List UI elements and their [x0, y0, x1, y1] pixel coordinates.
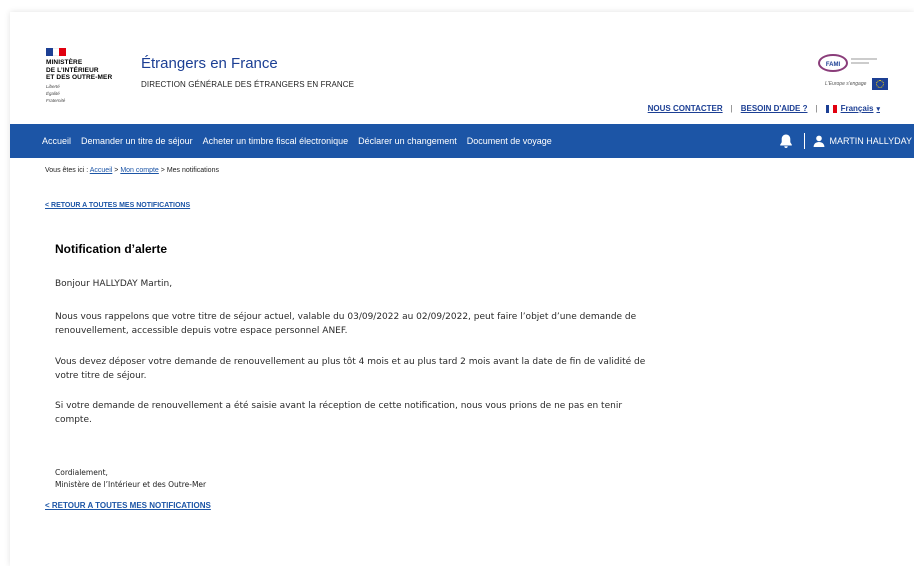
notification-greeting: Bonjour HALLYDAY Martin,: [55, 279, 173, 289]
republic-motto-line: Fraternité: [46, 97, 66, 103]
nav-item-declarer-changement[interactable]: Déclarer un changement: [358, 136, 457, 146]
eu-flag-icon: [872, 78, 888, 90]
help-link[interactable]: BESOIN D'AIDE ?: [741, 104, 808, 113]
link-separator: |: [815, 104, 818, 113]
breadcrumb-home-link[interactable]: Accueil: [90, 167, 113, 174]
bell-icon[interactable]: [778, 133, 794, 149]
notification-title: Notification d’alerte: [55, 242, 168, 256]
nav-item-demander-titre[interactable]: Demander un titre de séjour: [81, 136, 193, 146]
fami-caption: [851, 58, 877, 66]
site-header: MINISTÈRE DE L’INTÉRIEUR ET DES OUTRE-ME…: [10, 12, 914, 124]
republic-motto-line: Égalité: [46, 90, 60, 96]
site-subtitle: DIRECTION GÉNÉRALE DES ÉTRANGERS EN FRAN…: [141, 80, 355, 89]
ministry-name-line: DE L’INTÉRIEUR: [46, 66, 99, 74]
french-flag-icon: [46, 48, 67, 56]
nav-user-area: MARTIN HALLYDAY: [778, 124, 914, 158]
fami-emblem: FAMI: [818, 54, 848, 72]
language-label: Français: [840, 104, 874, 113]
back-to-notifications-link[interactable]: < RETOUR A TOUTES MES NOTIFICATIONS: [45, 202, 190, 209]
ministry-logo[interactable]: MINISTÈRE DE L’INTÉRIEUR ET DES OUTRE-ME…: [46, 48, 130, 103]
chevron-down-icon: ▾: [876, 105, 880, 113]
nav-item-accueil[interactable]: Accueil: [42, 136, 71, 146]
language-selector[interactable]: Français ▾: [825, 104, 880, 113]
back-to-notifications-link[interactable]: < RETOUR A TOUTES MES NOTIFICATIONS: [45, 501, 211, 510]
signature-text: Ministère de l’Intérieur et des Outre-Me…: [55, 480, 207, 489]
user-name[interactable]: MARTIN HALLYDAY: [829, 136, 912, 146]
site-title[interactable]: Étrangers en France: [141, 55, 278, 72]
breadcrumb-prefix: Vous êtes ici :: [45, 167, 90, 174]
notification-paragraph: Nous vous rappelons que votre titre de s…: [55, 312, 637, 336]
notification-paragraph: Vous devez déposer votre demande de reno…: [55, 357, 646, 381]
ministry-name-line: ET DES OUTRE-MER: [46, 74, 113, 81]
nav-item-document-voyage[interactable]: Document de voyage: [467, 136, 552, 146]
ministry-name-line: MINISTÈRE: [46, 59, 83, 66]
link-separator: |: [730, 104, 733, 113]
breadcrumb: Vous êtes ici : Accueil > Mon compte > M…: [45, 167, 219, 174]
notification-paragraph: Si votre demande de renouvellement a été…: [55, 401, 623, 425]
fami-logo: FAMI L'Europe s'engage: [818, 50, 888, 94]
republic-motto-line: Liberté: [46, 83, 60, 89]
breadcrumb-separator: >: [158, 167, 167, 174]
breadcrumb-account-link[interactable]: Mon compte: [120, 167, 159, 174]
breadcrumb-current: Mes notifications: [166, 167, 219, 174]
page-container: MINISTÈRE DE L’INTÉRIEUR ET DES OUTRE-ME…: [10, 12, 914, 566]
contact-link[interactable]: NOUS CONTACTER: [648, 104, 723, 113]
nav-item-acheter-timbre[interactable]: Acheter un timbre fiscal électronique: [203, 136, 349, 146]
top-links: NOUS CONTACTER | BESOIN D'AIDE ? | Franç…: [648, 104, 880, 113]
closing-text: Cordialement,: [55, 468, 108, 477]
user-icon[interactable]: [813, 135, 825, 147]
nav-divider: [804, 133, 806, 149]
notification-signature-block: Cordialement, Ministère de l’Intérieur e…: [55, 467, 206, 491]
fami-tagline: L'Europe s'engage: [825, 81, 867, 87]
main-nav: Accueil Demander un titre de séjour Ache…: [10, 124, 914, 158]
french-flag-icon: [825, 104, 837, 113]
